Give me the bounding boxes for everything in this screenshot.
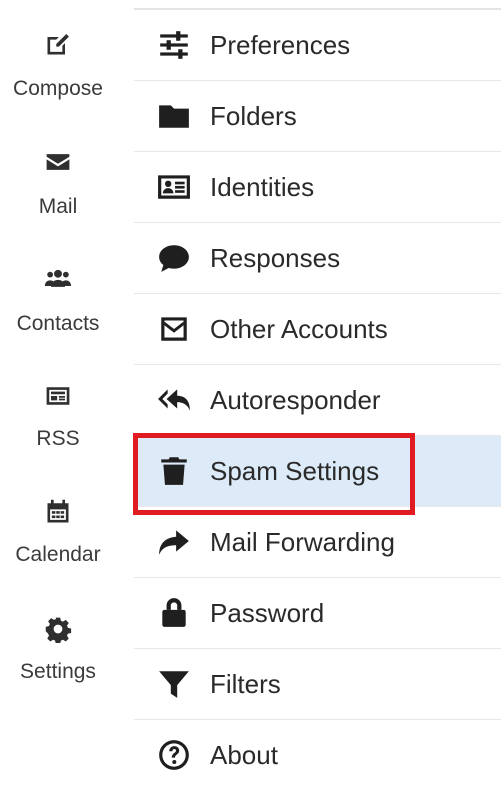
- nav-label: Settings: [20, 660, 96, 683]
- settings-item-label: Preferences: [210, 30, 351, 60]
- gear-icon: [38, 609, 78, 649]
- webmail-settings-screen: Compose Mail Contacts RSS Calendar Setti…: [0, 0, 501, 798]
- share-arrow-icon: [154, 524, 194, 560]
- question-circle-icon: [154, 737, 194, 773]
- settings-item-label: Filters: [210, 669, 281, 699]
- contacts-icon: [38, 259, 78, 299]
- settings-item-folders[interactable]: Folders: [134, 81, 501, 152]
- settings-item-label: Responses: [210, 243, 341, 273]
- folder-icon: [154, 98, 194, 134]
- settings-item-label: Other Accounts: [210, 314, 388, 344]
- settings-item-label: Spam Settings: [210, 456, 380, 486]
- funnel-icon: [154, 666, 194, 702]
- nav-calendar[interactable]: Calendar: [0, 488, 116, 598]
- settings-item-about[interactable]: About: [134, 720, 501, 791]
- nav-label: Calendar: [15, 543, 101, 566]
- settings-item-autoresponder[interactable]: Autoresponder: [134, 365, 501, 436]
- speech-bubble-icon: [154, 240, 194, 276]
- settings-item-label: Mail Forwarding: [210, 527, 395, 557]
- trash-icon: [154, 453, 194, 489]
- calendar-icon: [38, 492, 78, 532]
- nav-rss[interactable]: RSS: [0, 372, 116, 482]
- nav-contacts[interactable]: Contacts: [0, 255, 116, 365]
- settings-list: Preferences Folders Identities Responses: [134, 8, 501, 798]
- settings-item-responses[interactable]: Responses: [134, 223, 501, 294]
- reply-all-icon: [154, 382, 194, 418]
- envelope-icon: [38, 142, 78, 182]
- nav-compose[interactable]: Compose: [0, 20, 116, 130]
- rss-icon: [38, 376, 78, 416]
- left-nav-rail: Compose Mail Contacts RSS Calendar Setti…: [0, 0, 116, 798]
- settings-item-label: Password: [210, 598, 325, 628]
- settings-item-spam-settings[interactable]: Spam Settings: [134, 436, 501, 507]
- sliders-icon: [154, 27, 194, 63]
- nav-settings[interactable]: Settings: [0, 605, 116, 715]
- settings-item-mail-forwarding[interactable]: Mail Forwarding: [134, 507, 501, 578]
- nav-mail[interactable]: Mail: [0, 138, 116, 248]
- settings-item-other-accounts[interactable]: Other Accounts: [134, 294, 501, 365]
- settings-item-filters[interactable]: Filters: [134, 649, 501, 720]
- id-card-icon: [154, 169, 194, 205]
- envelope-square-icon: [154, 311, 194, 347]
- nav-label: RSS: [36, 427, 80, 450]
- lock-icon: [154, 595, 194, 631]
- settings-item-label: Identities: [210, 172, 315, 202]
- nav-label: Compose: [13, 77, 103, 100]
- nav-label: Mail: [38, 195, 78, 218]
- settings-item-identities[interactable]: Identities: [134, 152, 501, 223]
- settings-item-password[interactable]: Password: [134, 578, 501, 649]
- settings-item-label: Autoresponder: [210, 385, 381, 415]
- settings-item-label: About: [210, 740, 278, 770]
- settings-item-preferences[interactable]: Preferences: [134, 10, 501, 81]
- settings-item-label: Folders: [210, 101, 297, 131]
- compose-icon: [38, 24, 78, 64]
- nav-label: Contacts: [16, 312, 100, 335]
